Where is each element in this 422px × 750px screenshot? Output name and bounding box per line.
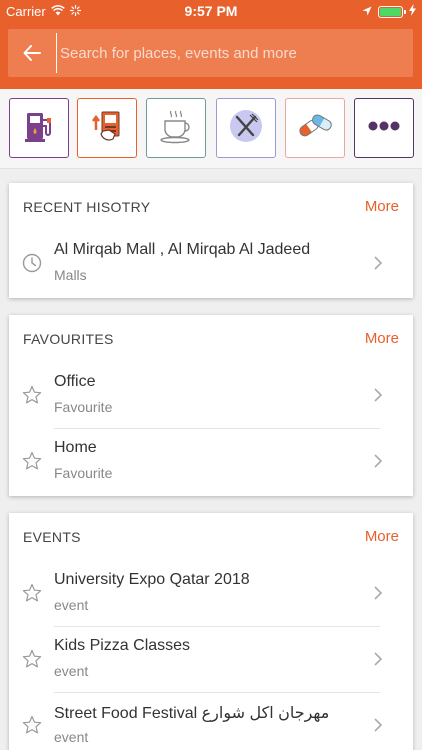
list-item-title: Al Mirqab Mall , Al Mirqab Al Jadeed	[54, 241, 311, 258]
category-fuel-button[interactable]	[9, 98, 69, 158]
status-time: 9:57 PM	[184, 3, 238, 19]
chevron-right-icon	[373, 454, 383, 468]
star-icon	[22, 385, 42, 405]
list-item[interactable]: Al Mirqab Mall , Al Mirqab Al Jadeed Mal…	[9, 230, 413, 296]
charging-bolt-icon	[409, 4, 416, 19]
card-header: RECENT HISOTRY More	[9, 183, 413, 230]
list-item-subtitle: event	[54, 663, 89, 679]
list-item-subtitle: Favourite	[54, 465, 113, 481]
category-bar	[0, 89, 422, 169]
category-more-button[interactable]	[354, 98, 414, 158]
chevron-right-icon	[373, 652, 383, 666]
favourites-more-link[interactable]: More	[365, 330, 399, 347]
list-item-title: Street Food Festival مهرجان اكل شوارع	[54, 705, 330, 722]
card-header: FAVOURITES More	[9, 315, 413, 362]
location-arrow-icon	[362, 4, 372, 19]
search-bar	[8, 29, 413, 77]
events-more-link[interactable]: More	[365, 528, 399, 545]
status-bar: Carrier 9:57 PM	[0, 0, 422, 22]
list-item[interactable]: Kids Pizza Classes event	[9, 626, 413, 692]
chevron-right-icon	[373, 388, 383, 402]
atm-icon	[87, 106, 127, 151]
category-cafe-button[interactable]	[146, 98, 206, 158]
events-title: EVENTS	[23, 529, 81, 545]
category-restaurant-button[interactable]	[216, 98, 276, 158]
list-item-subtitle: event	[54, 597, 89, 613]
list-item[interactable]: Street Food Festival مهرجان اكل شوارع ev…	[9, 692, 413, 750]
coffee-icon	[156, 106, 196, 151]
recent-history-title: RECENT HISOTRY	[23, 199, 151, 215]
favourites-card: FAVOURITES More Office Favourite Home Fa…	[9, 315, 413, 496]
card-header: EVENTS More	[9, 513, 413, 560]
pharmacy-icon	[295, 106, 335, 151]
recent-history-card: RECENT HISOTRY More Al Mirqab Mall , Al …	[9, 183, 413, 298]
list-item-title: Kids Pizza Classes	[54, 637, 191, 654]
search-input[interactable]	[56, 33, 413, 73]
recent-history-more-link[interactable]: More	[365, 198, 399, 215]
star-icon	[22, 715, 42, 735]
list-item[interactable]: University Expo Qatar 2018 event	[9, 560, 413, 626]
back-arrow-icon[interactable]	[8, 29, 56, 77]
list-item-title: Home	[54, 439, 97, 456]
star-icon	[22, 583, 42, 603]
status-right	[362, 4, 416, 19]
list-item-subtitle: Favourite	[54, 399, 113, 415]
list-item[interactable]: Home Favourite	[9, 428, 413, 494]
chevron-right-icon	[373, 718, 383, 732]
category-pharmacy-button[interactable]	[285, 98, 345, 158]
list-item-subtitle: event	[54, 729, 89, 745]
list-item-title: Office	[54, 373, 96, 390]
restaurant-icon	[226, 106, 266, 151]
header: Carrier 9:57 PM	[0, 0, 422, 89]
chevron-right-icon	[373, 256, 383, 270]
list-item-title: University Expo Qatar 2018	[54, 571, 250, 588]
more-icon	[366, 119, 402, 137]
star-icon	[22, 649, 42, 669]
category-atm-button[interactable]	[77, 98, 137, 158]
star-icon	[22, 451, 42, 471]
events-card: EVENTS More University Expo Qatar 2018 e…	[9, 513, 413, 750]
list-item[interactable]: Office Favourite	[9, 362, 413, 428]
list-item-subtitle: Malls	[54, 267, 87, 283]
battery-icon	[378, 5, 406, 18]
fuel-pump-icon	[19, 106, 59, 151]
clock-icon	[22, 253, 42, 273]
favourites-title: FAVOURITES	[23, 331, 114, 347]
chevron-right-icon	[373, 586, 383, 600]
